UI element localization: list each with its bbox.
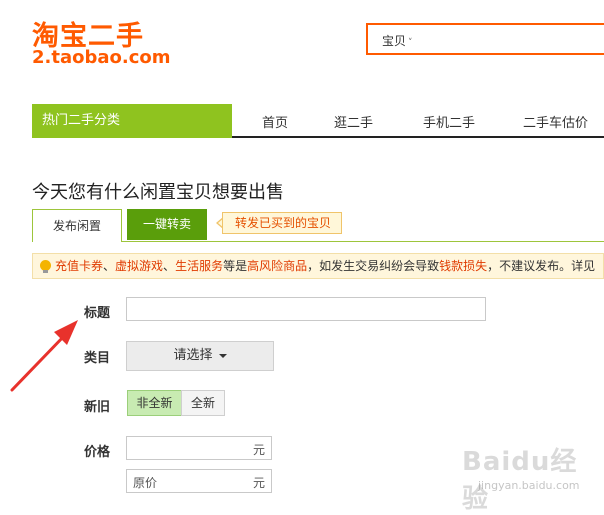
annotation-arrow-icon — [10, 320, 78, 392]
tab-publish[interactable]: 发布闲置 — [32, 209, 122, 242]
watermark-logo: Baidu经验 — [462, 447, 578, 514]
watermark-url: jingyan.baidu.com — [478, 479, 580, 492]
